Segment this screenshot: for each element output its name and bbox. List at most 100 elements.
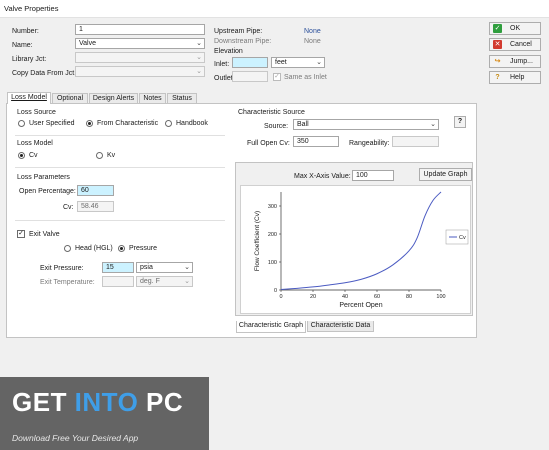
exit-pressure-unit-value: psia xyxy=(140,264,153,271)
check-icon: ✓ xyxy=(493,24,502,33)
x-tick-label: 100 xyxy=(436,294,445,300)
exit-valve-label: Exit Valve xyxy=(29,231,60,238)
exit-pressure-field[interactable]: 15 xyxy=(102,262,134,273)
chevron-down-icon: ⌄ xyxy=(184,264,190,271)
x-tick-label: 40 xyxy=(342,294,348,300)
watermark-subtitle: Download Free Your Desired App xyxy=(12,433,139,443)
loss-model-title: Loss Model xyxy=(17,140,53,147)
open-pct-label: Open Percentage: xyxy=(19,188,76,195)
chevron-down-icon: ⌄ xyxy=(196,68,202,75)
copy-label: Copy Data From Jct... xyxy=(12,70,81,77)
exit-valve-checkbox[interactable]: ✓ xyxy=(17,230,25,238)
title-bar: Valve Properties xyxy=(0,0,549,18)
name-combo[interactable]: Valve ⌄ xyxy=(75,38,205,49)
cancel-button[interactable]: ✕ Cancel xyxy=(489,38,541,51)
y-tick-label: 300 xyxy=(268,204,277,210)
number-label: Number: xyxy=(12,28,39,35)
cv-chart: 0 20 40 60 80 100 0 100 200 300 Percent Open Flow C… xyxy=(254,191,469,309)
upstream-value[interactable]: None xyxy=(304,27,321,36)
full-open-field[interactable]: 350 xyxy=(293,136,339,147)
max-x-field[interactable]: 100 xyxy=(352,170,394,181)
tab-characteristic-data[interactable]: Characteristic Data xyxy=(307,321,374,332)
user-specified-label: User Specified xyxy=(29,120,75,127)
open-pct-field[interactable]: 60 xyxy=(77,185,114,196)
exit-temp-unit-combo: deg. F ⌄ xyxy=(136,276,193,287)
cv-label: Cv: xyxy=(63,204,74,211)
ok-label: OK xyxy=(510,25,521,32)
legend-label: Cv xyxy=(459,235,466,241)
full-open-label: Full Open Cv: xyxy=(247,140,290,147)
same-as-inlet-checkbox[interactable]: ✓ xyxy=(273,73,281,81)
chevron-down-icon: ⌄ xyxy=(184,278,190,285)
chevron-down-icon: ⌄ xyxy=(316,59,322,66)
radio-pressure[interactable] xyxy=(118,245,125,252)
watermark-title-pc: PC xyxy=(138,387,184,417)
loss-params-title: Loss Parameters xyxy=(17,174,70,181)
downstream-value: None xyxy=(304,38,321,45)
series-line-cv xyxy=(280,191,442,290)
copy-combo[interactable]: ⌄ xyxy=(75,66,205,77)
jump-arrow-icon: ↪ xyxy=(494,58,501,65)
inlet-field[interactable] xyxy=(232,57,268,68)
downstream-label: Downstream Pipe: xyxy=(214,38,272,45)
outlet-field[interactable] xyxy=(232,71,268,82)
same-as-inlet-label: Same as Inlet xyxy=(284,74,327,81)
y-axis-label: Flow Coefficient (Cv) xyxy=(254,211,261,271)
chevron-down-icon: ⌄ xyxy=(196,40,202,47)
watermark-banner: GET INTO PC Download Free Your Desired A… xyxy=(0,377,209,450)
exit-temp-label: Exit Temperature: xyxy=(40,279,95,286)
name-value: Valve xyxy=(79,40,96,47)
y-tick-label: 200 xyxy=(268,232,277,238)
x-tick-label: 0 xyxy=(279,294,282,300)
inlet-unit-value: feet xyxy=(275,59,287,66)
radio-kv[interactable] xyxy=(96,152,103,159)
library-label: Library Jct: xyxy=(12,56,47,63)
cv-field: 58.46 xyxy=(77,201,114,212)
source-combo[interactable]: Ball ⌄ xyxy=(293,119,439,130)
tab-characteristic-graph[interactable]: Characteristic Graph xyxy=(236,321,306,333)
radio-cv[interactable] xyxy=(18,152,25,159)
source-value: Ball xyxy=(297,121,309,128)
upstream-label: Upstream Pipe: xyxy=(214,28,263,35)
kv-option-label: Kv xyxy=(107,152,116,159)
handbook-label: Handbook xyxy=(176,120,208,127)
exit-temp-unit-value: deg. F xyxy=(140,278,160,285)
tab-panel: Loss Source User Specified From Characte… xyxy=(6,103,477,338)
radio-from-characteristic[interactable] xyxy=(86,120,93,127)
chevron-down-icon: ⌄ xyxy=(430,121,436,128)
library-combo[interactable]: ⌄ xyxy=(75,52,205,63)
watermark-title-get: GET xyxy=(12,387,75,417)
chart-area: 0 20 40 60 80 100 0 100 200 300 Percent Open Flow C… xyxy=(240,185,471,314)
number-field[interactable]: 1 xyxy=(75,24,205,35)
x-tick-label: 60 xyxy=(374,294,380,300)
char-source-title: Characteristic Source xyxy=(238,109,305,116)
chevron-down-icon: ⌄ xyxy=(196,54,202,61)
help-icon: ? xyxy=(495,74,500,81)
source-help-button[interactable]: ? xyxy=(454,116,466,128)
jump-button[interactable]: ↪ Jump... xyxy=(489,55,541,68)
ok-button[interactable]: ✓ OK xyxy=(489,22,541,35)
exit-pressure-label: Exit Pressure: xyxy=(40,265,84,272)
radio-user-specified[interactable] xyxy=(18,120,25,127)
radio-head-hgl[interactable] xyxy=(64,245,71,252)
x-axis-label: Percent Open xyxy=(339,302,382,309)
help-button[interactable]: ? Help xyxy=(489,71,541,84)
from-characteristic-label: From Characteristic xyxy=(97,120,159,127)
exit-temp-field xyxy=(102,276,134,287)
cancel-label: Cancel xyxy=(510,41,532,48)
exit-pressure-unit-combo[interactable]: psia ⌄ xyxy=(136,262,193,273)
help-label: Help xyxy=(510,74,525,81)
pressure-option-label: Pressure xyxy=(129,245,158,252)
divider xyxy=(15,135,225,136)
radio-handbook[interactable] xyxy=(165,120,172,127)
name-label: Name: xyxy=(12,42,33,49)
rangeability-label: Rangeability: xyxy=(349,140,390,147)
update-graph-button[interactable]: Update Graph xyxy=(419,168,472,181)
divider xyxy=(15,167,225,168)
tab-loss-model[interactable]: Loss Model xyxy=(7,92,51,104)
jump-label: Jump... xyxy=(510,58,533,65)
inlet-unit-combo[interactable]: feet ⌄ xyxy=(271,57,325,68)
y-tick-label: 0 xyxy=(274,288,277,294)
divider xyxy=(15,220,225,221)
close-icon: ✕ xyxy=(493,40,502,49)
